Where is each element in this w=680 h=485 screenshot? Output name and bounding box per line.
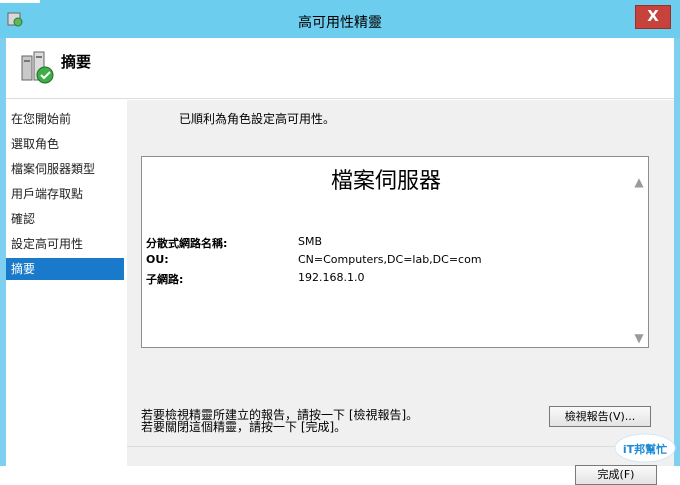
help-text-finish: 若要關閉這個精靈，請按一下 [完成]。 (141, 420, 347, 434)
content-pane: 已順利為角色設定高可用性。 檔案伺服器 分散式網路名稱: SMB OU: CN=… (127, 100, 674, 485)
close-button[interactable]: X (635, 5, 671, 29)
row-value: CN=Computers,DC=lab,DC=com (298, 253, 482, 266)
nav-item-select-role[interactable]: 選取角色 (6, 133, 124, 155)
window-frame: 高可用性精靈 X 摘要 在您開始前 選取角色 檔案伺服器類型 用戶端存取點 確認… (0, 0, 680, 485)
view-report-button[interactable]: 檢視報告(V)... (549, 406, 651, 427)
nav-item-summary[interactable]: 摘要 (6, 258, 124, 280)
row-label: OU: (146, 253, 169, 266)
nav-item-configure-ha[interactable]: 設定高可用性 (6, 233, 124, 255)
window-title: 高可用性精靈 (298, 15, 382, 31)
wizard-body: 摘要 在您開始前 選取角色 檔案伺服器類型 用戶端存取點 確認 設定高可用性 摘… (6, 38, 674, 485)
divider (127, 446, 674, 447)
scroll-up-icon[interactable]: ▲ (632, 175, 646, 189)
title-bar-highlight (0, 0, 40, 3)
page-title: 摘要 (61, 53, 92, 71)
nav-item-confirmation[interactable]: 確認 (6, 208, 124, 230)
scroll-down-icon[interactable]: ▼ (632, 331, 646, 345)
finish-button[interactable]: 完成(F) (575, 465, 657, 485)
row-value: SMB (298, 235, 323, 248)
nav-item-client-access-point[interactable]: 用戶端存取點 (6, 183, 124, 205)
row-value: 192.168.1.0 (298, 271, 365, 284)
row-label: 子網路: (146, 273, 184, 286)
nav-item-file-server-type[interactable]: 檔案伺服器類型 (6, 158, 124, 180)
svg-text:iT邦幫忙: iT邦幫忙 (623, 442, 667, 456)
title-bar[interactable]: 高可用性精靈 X (0, 0, 680, 38)
cluster-icon (21, 51, 54, 84)
report-box[interactable]: 檔案伺服器 分散式網路名稱: SMB OU: CN=Computers,DC=l… (141, 156, 649, 348)
watermark-logo: iT邦幫忙 (614, 433, 676, 463)
row-label: 分散式網路名稱: (146, 237, 228, 250)
report-title: 檔案伺服器 (330, 169, 441, 194)
nav-item-before-you-begin[interactable]: 在您開始前 (6, 108, 124, 130)
wizard-header: 摘要 (6, 38, 674, 99)
success-message: 已順利為角色設定高可用性。 (179, 112, 336, 126)
wizard-nav: 在您開始前 選取角色 檔案伺服器類型 用戶端存取點 確認 設定高可用性 摘要 (6, 100, 126, 466)
